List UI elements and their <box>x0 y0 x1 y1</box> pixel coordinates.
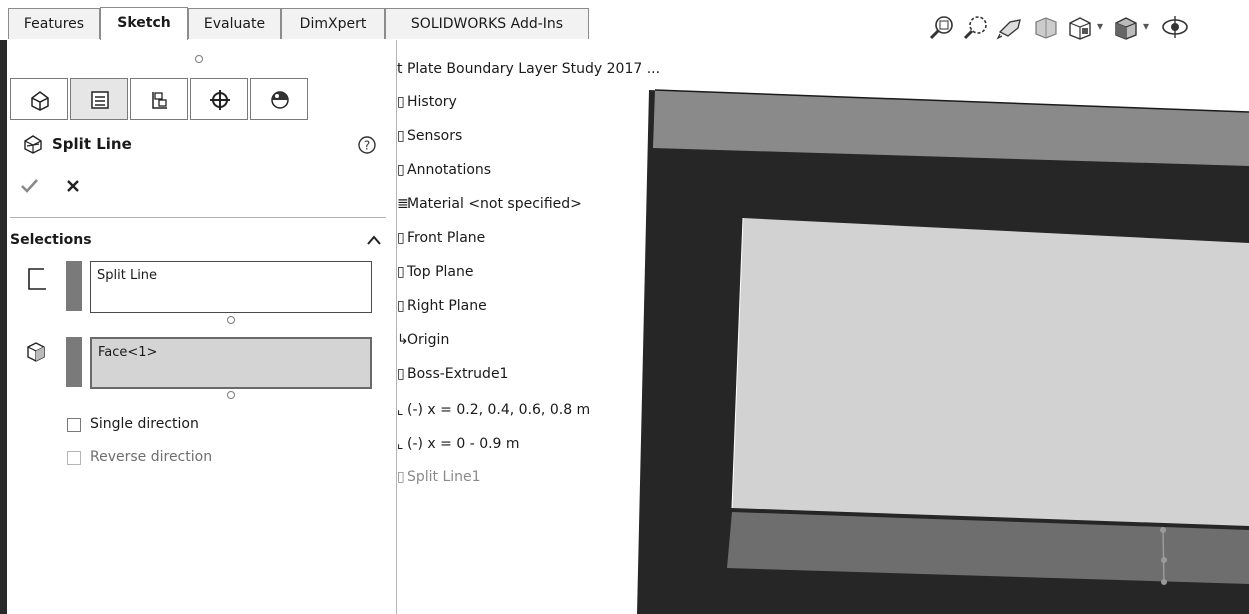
display-style-icon[interactable] <box>1112 14 1140 40</box>
tree-item-label: Annotations <box>407 162 492 178</box>
tree-item-label: Front Plane <box>407 230 486 246</box>
tree-part-name[interactable]: t Plate Boundary Layer Study 2017 ... <box>397 61 660 77</box>
split-line-point[interactable] <box>1161 579 1167 585</box>
sensors-icon: ▯ <box>397 128 405 144</box>
display-manager-icon <box>271 91 289 109</box>
sketch-icon: ⌞ <box>397 402 404 418</box>
previous-view-icon[interactable] <box>996 14 1026 40</box>
tree-item-right-plane[interactable]: ▯ Right Plane <box>397 298 487 314</box>
split-line-icon: ▯ <box>397 469 405 485</box>
property-manager-tab[interactable] <box>70 78 128 120</box>
tree-item-front-plane[interactable]: ▯ Front Plane <box>397 230 485 246</box>
selected-face[interactable] <box>732 218 1249 526</box>
panel-resize-grip[interactable] <box>195 55 203 63</box>
tab-evaluate[interactable]: Evaluate <box>188 8 281 39</box>
history-icon: ▯ <box>397 94 405 110</box>
split-line-point[interactable] <box>1160 527 1166 533</box>
plane-icon: ▯ <box>397 298 405 314</box>
face-selection-value: Face<1> <box>98 345 158 360</box>
split-line-feature-icon <box>24 135 42 154</box>
hide-show-items-icon[interactable] <box>1160 14 1190 40</box>
tree-item-top-plane[interactable]: ▯ Top Plane <box>397 264 473 280</box>
tree-item-label: Sensors <box>407 128 463 144</box>
tree-item-label: (-) x = 0 - 0.9 m <box>407 436 520 452</box>
zoom-to-fit-icon[interactable] <box>928 14 956 40</box>
tab-features[interactable]: Features <box>8 8 100 39</box>
tree-item-label: Origin <box>407 332 450 348</box>
feature-title: Split Line <box>52 135 132 153</box>
configuration-manager-tab[interactable] <box>130 78 188 120</box>
material-icon: ≣ <box>397 196 409 212</box>
plane-icon: ▯ <box>397 230 405 246</box>
tab-dimxpert[interactable]: DimXpert <box>281 8 385 39</box>
window-left-edge <box>0 40 7 614</box>
help-icon[interactable]: ? <box>357 135 377 155</box>
boss-extrude-icon: ▯ <box>397 366 405 382</box>
origin-icon: ↳ <box>397 332 409 348</box>
view-orientation-icon[interactable] <box>1066 14 1094 40</box>
property-manager-panel: Split Line ? Selections Split Line Face<… <box>0 40 397 614</box>
dimxpert-manager-tab[interactable] <box>190 78 248 120</box>
svg-text:?: ? <box>364 139 370 153</box>
tree-item-origin[interactable]: ↳Origin <box>397 332 449 348</box>
plane-icon: ▯ <box>397 264 405 280</box>
dimxpert-manager-icon <box>210 90 230 110</box>
tree-item-sensors[interactable]: ▯ Sensors <box>397 128 462 144</box>
property-manager-icon <box>91 91 109 109</box>
face-selection-icon <box>27 342 45 362</box>
tree-item-label: History <box>407 94 457 110</box>
face-selection-box[interactable]: Face<1> <box>90 337 372 389</box>
tree-item-label: Boss-Extrude1 <box>407 366 509 382</box>
tree-item-label: Right Plane <box>407 298 487 314</box>
annotations-icon: ▯ <box>397 162 405 178</box>
face-box-resize-grip[interactable] <box>227 391 235 399</box>
tree-item-annotations[interactable]: ▯ Annotations <box>397 162 491 178</box>
collapse-chevron-icon[interactable] <box>366 234 382 246</box>
single-direction-checkbox[interactable] <box>67 418 81 432</box>
split-line-edge[interactable] <box>1162 527 1165 585</box>
tree-item-history[interactable]: ▯ History <box>397 94 457 110</box>
view-orientation-dropdown-icon[interactable]: ▾ <box>1097 19 1103 33</box>
flyout-feature-tree: t Plate Boundary Layer Study 2017 ... ▯ H… <box>397 40 660 614</box>
sketch-selection-color <box>66 261 82 311</box>
tree-item-sketch-x-positions[interactable]: ⌞ (-) x = 0.2, 0.4, 0.6, 0.8 m <box>397 402 590 418</box>
ok-checkmark-icon[interactable] <box>20 177 40 195</box>
sketch-selection-icon <box>28 268 46 290</box>
face-selection-color <box>66 337 82 387</box>
split-line-point[interactable] <box>1161 557 1167 563</box>
tree-item-label: (-) x = 0.2, 0.4, 0.6, 0.8 m <box>407 402 591 418</box>
tab-solidworks-add-ins[interactable]: SOLIDWORKS Add-Ins <box>385 8 589 39</box>
reverse-direction-label[interactable]: Reverse direction <box>90 449 212 465</box>
tree-item-sketch-x-range[interactable]: ⌞ (-) x = 0 - 0.9 m <box>397 436 520 452</box>
feature-manager-tab[interactable] <box>10 78 68 120</box>
zoom-to-area-icon[interactable] <box>962 14 990 40</box>
selections-header[interactable]: Selections <box>10 232 92 248</box>
display-style-dropdown-icon[interactable]: ▾ <box>1143 19 1149 33</box>
manager-tab-strip <box>10 78 308 122</box>
single-direction-label[interactable]: Single direction <box>90 416 199 432</box>
sketch-icon: ⌞ <box>397 436 404 452</box>
section-view-icon[interactable] <box>1032 14 1060 40</box>
tree-item-split-line1[interactable]: ▯ Split Line1 <box>397 469 481 485</box>
configuration-manager-icon <box>152 92 167 109</box>
command-manager: Features Sketch Evaluate DimXpert SOLIDW… <box>0 0 1249 41</box>
sketch-selection-box[interactable]: Split Line <box>90 261 372 313</box>
tree-item-label: Top Plane <box>407 264 474 280</box>
sketch-selection-value: Split Line <box>97 268 158 283</box>
feature-manager-icon <box>31 91 49 111</box>
tree-item-boss-extrude1[interactable]: ▯ Boss-Extrude1 <box>397 366 508 382</box>
tab-sketch[interactable]: Sketch <box>100 7 188 40</box>
cancel-x-icon[interactable] <box>64 177 82 195</box>
section-divider <box>10 217 386 218</box>
selection-box-resize-grip[interactable] <box>227 316 235 324</box>
tree-item-material[interactable]: ≣Material <not specified> <box>397 196 582 212</box>
reverse-direction-checkbox[interactable] <box>67 451 81 465</box>
tree-item-label: Split Line1 <box>407 469 481 485</box>
display-manager-tab[interactable] <box>250 78 308 120</box>
tree-item-label: Material <not specified> <box>407 196 582 212</box>
